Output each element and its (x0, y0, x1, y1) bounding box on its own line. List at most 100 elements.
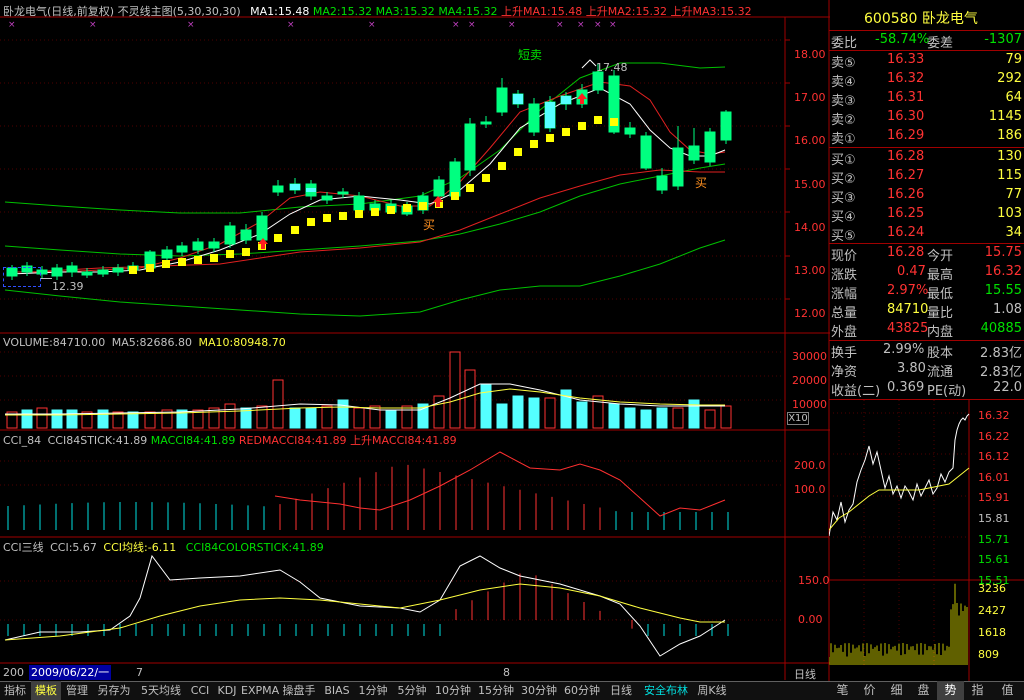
tab-template[interactable]: 模板 (31, 681, 61, 700)
candle-body (208, 241, 220, 249)
buy-row: 买② 16.27 115 (829, 167, 1024, 187)
sell-label: 卖④ (831, 75, 856, 90)
tab-5day-ma[interactable]: 5天均线 (136, 681, 186, 700)
buy-row: 买④ 16.25 103 (829, 205, 1024, 225)
tab-15min[interactable]: 15分钟 (475, 681, 517, 700)
tab-1min[interactable]: 1分钟 (354, 681, 392, 700)
price-axis: 18.00 17.00 16.00 15.00 14.00 13.00 12.0… (794, 33, 826, 335)
mini-axis-label: 15.61 (978, 553, 1010, 567)
stat-value: 2.97% (887, 283, 929, 298)
tab-manage[interactable]: 管理 (62, 681, 92, 700)
tab-kdj[interactable]: KDJ (214, 681, 240, 700)
cci-avg-line (4, 583, 725, 641)
selection-box[interactable] (3, 267, 41, 287)
tab-detail[interactable]: 细 (883, 681, 910, 700)
up-ma3-value: 上升MA3:15.32 (670, 5, 752, 18)
buy-volume: 77 (1005, 187, 1022, 202)
candle-body (496, 87, 508, 113)
candle-body (704, 131, 716, 163)
tab-price[interactable]: 价 (856, 681, 883, 700)
cci84-stick-series (7, 464, 729, 530)
tab-indicator[interactable]: 指标 (0, 681, 30, 700)
candle-body (528, 103, 540, 133)
low-price-pointer (40, 278, 52, 279)
up-ma2-value: 上升MA2:15.32 (585, 5, 667, 18)
tab-5min[interactable]: 5分钟 (393, 681, 431, 700)
tab-trader[interactable]: 操盘手 (278, 681, 320, 700)
signal-dot (129, 266, 137, 274)
tab-board[interactable]: 盘 (910, 681, 937, 700)
volume-bar (21, 409, 33, 429)
price-axis-label: 14.00 (794, 220, 826, 234)
tab-expma[interactable]: EXPMA (241, 681, 279, 700)
indicator-name[interactable]: 不灵线主图(5,30,30,30) (118, 5, 241, 18)
volume-axis-label: 30000 (792, 350, 827, 363)
buy-label: 买④ (831, 210, 856, 225)
ma1-value: MA1:15.48 (250, 5, 310, 18)
tab-index[interactable]: 指 (964, 681, 991, 700)
cci3-axis-label: 150.0 (798, 574, 830, 587)
volume-axis-label: 20000 (792, 374, 827, 387)
stat-label: 外盘 (831, 325, 858, 340)
price-axis-label: 18.00 (794, 48, 826, 61)
signal-dot (451, 192, 459, 200)
cci84-axis-label: 100.0 (794, 483, 826, 496)
stat-label: 换手 (831, 346, 858, 361)
tab-ticks[interactable]: 笔 (829, 681, 856, 700)
volume-bar (544, 397, 556, 429)
volume-bar (512, 395, 524, 429)
signal-dot (482, 174, 490, 182)
tab-save-as[interactable]: 另存为 (93, 681, 135, 700)
svg-text:×: × (609, 20, 617, 30)
macci84: MACCI84:41.89 (150, 434, 236, 447)
candle-body (449, 161, 461, 197)
sell-row: 卖① 16.29 186 (829, 127, 1024, 147)
tab-cci[interactable]: CCI (187, 681, 213, 700)
tab-value[interactable]: 值 (991, 681, 1024, 700)
cci84-name: CCI_84 (3, 434, 42, 447)
cci84-header: CCI_84 CCI84STICK:41.89 MACCI84:41.89 RE… (3, 432, 457, 448)
candle-body (176, 245, 188, 253)
up-ma1-value: 上升MA1:15.48 (501, 5, 583, 18)
signal-dot (339, 212, 347, 220)
signal-dot (274, 234, 282, 242)
cci-avg-value: CCI均线:-6.11 (103, 541, 177, 554)
sell-volume: 1145 (988, 109, 1022, 124)
tab-safe-bollinger[interactable]: 安全布林 (639, 681, 693, 700)
tab-60min[interactable]: 60分钟 (561, 681, 603, 700)
stat-label: 股本 (927, 346, 954, 361)
cci84-stick: CCI84STICK:41.89 (47, 434, 148, 447)
volume-bar (592, 395, 604, 429)
tab-bias[interactable]: BIAS (321, 681, 353, 700)
sell-label: 卖③ (831, 94, 856, 109)
cci3-name: CCI三线 (3, 541, 44, 554)
candle-body (306, 188, 316, 192)
buy-price: 16.27 (887, 168, 925, 183)
sell-price: 16.33 (887, 52, 925, 67)
sell-row: 卖④ 16.32 292 (829, 70, 1024, 90)
volume-bar (224, 403, 236, 429)
tab-daily[interactable]: 日线 (604, 681, 638, 700)
stat-row: 涨跌 0.47 最高 16.32 (829, 263, 1024, 283)
tab-trend[interactable]: 势 (937, 681, 964, 700)
volume-bar (576, 401, 588, 429)
tab-10min[interactable]: 10分钟 (432, 681, 474, 700)
tab-30min[interactable]: 30分钟 (518, 681, 560, 700)
month-marker: 8 (503, 666, 510, 679)
chart-title: 卧龙电气(日线,前复权) (3, 5, 115, 18)
chart-canvas[interactable]: × × × × × × × × × × × × (0, 0, 830, 700)
candle-body (433, 179, 445, 197)
signal-dot (194, 256, 202, 264)
date-prefix: 200 (3, 666, 24, 679)
buy-volume: 130 (997, 149, 1022, 164)
signal-dot (594, 116, 602, 124)
volume-bar (528, 397, 540, 429)
tab-weekly[interactable]: 周K线 (694, 681, 730, 700)
volume-ma10: MA10:80948.70 (198, 336, 286, 349)
cci3-header: CCI三线 CCI:5.67 CCI均线:-6.11 CCI84COLORSTI… (3, 539, 324, 555)
stat-value: 2.99% (883, 342, 925, 357)
volume-bar (656, 407, 668, 429)
volume-bar (97, 409, 109, 429)
candle-body (256, 215, 268, 241)
candle-body (161, 249, 173, 259)
